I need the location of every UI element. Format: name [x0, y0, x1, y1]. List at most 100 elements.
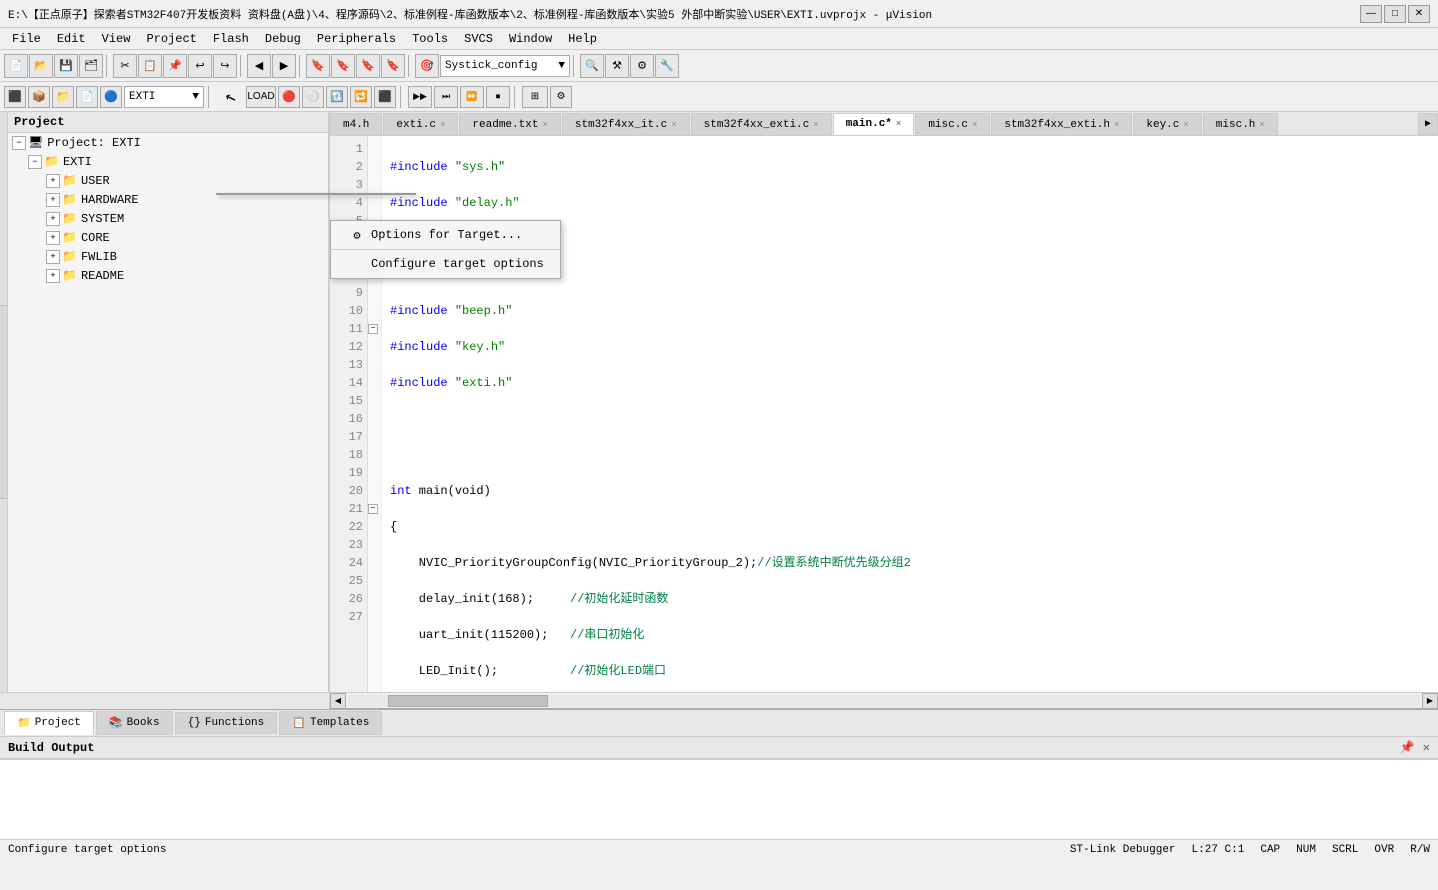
- tree-item-fwlib[interactable]: + 📁 FWLIB: [8, 247, 328, 266]
- tab-readme[interactable]: readme.txt×: [459, 113, 560, 135]
- maximize-button[interactable]: □: [1384, 5, 1406, 23]
- tb-func3[interactable]: 🔧: [655, 54, 679, 78]
- tb-copy[interactable]: 📋: [138, 54, 162, 78]
- tb2-btn8[interactable]: 🔃: [326, 86, 348, 108]
- menu-help[interactable]: Help: [560, 30, 605, 48]
- tree-item-project-root[interactable]: − 🖥 Project: EXTI: [8, 133, 328, 152]
- tb-func1[interactable]: ⚒: [605, 54, 629, 78]
- tb2-btn10[interactable]: ⬛: [374, 86, 396, 108]
- tb2-btn7[interactable]: ⚪: [302, 86, 324, 108]
- tb2-btn3[interactable]: 📁: [52, 86, 74, 108]
- expand-project[interactable]: −: [12, 136, 26, 150]
- tb2-btn6[interactable]: 🔴: [278, 86, 300, 108]
- tab-extic[interactable]: exti.c×: [383, 113, 458, 135]
- minimize-button[interactable]: —: [1360, 5, 1382, 23]
- tab-functions[interactable]: {} Functions: [175, 712, 278, 734]
- menu-tools[interactable]: Tools: [404, 30, 456, 48]
- tab-mainc[interactable]: main.c*×: [833, 113, 915, 135]
- hscroll-left-btn[interactable]: ◀: [330, 693, 346, 709]
- tb2-load[interactable]: LOAD: [246, 86, 276, 108]
- tab-stm32extih[interactable]: stm32f4xx_exti.h×: [991, 113, 1132, 135]
- menu-peripherals[interactable]: Peripherals: [309, 30, 404, 48]
- project-tab-label: Project: [35, 717, 81, 729]
- menu-project[interactable]: Project: [138, 30, 204, 48]
- exti-label: EXTI: [63, 155, 92, 169]
- tb-paste[interactable]: 📌: [163, 54, 187, 78]
- ctx-configure-target[interactable]: Configure target options: [331, 252, 560, 276]
- menu-debug[interactable]: Debug: [257, 30, 309, 48]
- tree-item-exti[interactable]: − 📁 EXTI: [8, 152, 328, 171]
- tab-stm32f4it[interactable]: stm32f4xx_it.c×: [562, 113, 690, 135]
- tab-scroll-arrow[interactable]: ▶: [1418, 113, 1438, 135]
- expand-readme[interactable]: +: [46, 269, 60, 283]
- tab-books[interactable]: 📚 Books: [96, 711, 173, 735]
- tb-bookmark4[interactable]: 🔖: [381, 54, 405, 78]
- ctx-options-target[interactable]: ⚙ Options for Target...: [331, 223, 560, 247]
- tb2-btn2[interactable]: 📦: [28, 86, 50, 108]
- tb-new[interactable]: 📄: [4, 54, 28, 78]
- tab-m4h[interactable]: m4.h: [330, 113, 382, 135]
- tab-stm32extic[interactable]: stm32f4xx_exti.c×: [691, 113, 832, 135]
- folder-core-icon: 📁: [62, 230, 77, 245]
- hscroll-thumb[interactable]: [388, 695, 548, 707]
- expand-fwlib[interactable]: +: [46, 250, 60, 264]
- target-dropdown[interactable]: Systick_config ▼: [440, 55, 570, 77]
- tab-keyc[interactable]: key.c×: [1133, 113, 1201, 135]
- tb2-step[interactable]: ▶▶: [408, 86, 432, 108]
- expand-exti[interactable]: −: [28, 155, 42, 169]
- tb-nav-back[interactable]: ◀: [247, 54, 271, 78]
- tb2-grid[interactable]: ⊞: [522, 86, 548, 108]
- tb-search[interactable]: 🔍: [580, 54, 604, 78]
- tb2-step2[interactable]: ⏭: [434, 86, 458, 108]
- menu-window[interactable]: Window: [501, 30, 560, 48]
- build-close-icon[interactable]: ✕: [1423, 740, 1430, 755]
- build-pin-icon[interactable]: 📌: [1400, 740, 1415, 755]
- code-line-10: int main(void): [390, 482, 1430, 500]
- menu-flash[interactable]: Flash: [205, 30, 257, 48]
- tb2-btn1[interactable]: ⬛: [4, 86, 26, 108]
- tree-item-system[interactable]: + 📁 SYSTEM: [8, 209, 328, 228]
- tb-redo[interactable]: ↪: [213, 54, 237, 78]
- target-name-dropdown[interactable]: EXTI ▼: [124, 86, 204, 108]
- tb-saveall[interactable]: 🗂: [79, 54, 103, 78]
- build-output-content[interactable]: [0, 759, 1438, 839]
- fold-btn-11[interactable]: −: [368, 320, 381, 338]
- close-button[interactable]: ✕: [1408, 5, 1430, 23]
- tb2-stop[interactable]: ⏹: [486, 86, 510, 108]
- menu-edit[interactable]: Edit: [49, 30, 94, 48]
- folder-fwlib-icon: 📁: [62, 249, 77, 264]
- tb-nav-fwd[interactable]: ▶: [272, 54, 296, 78]
- menu-view[interactable]: View: [94, 30, 139, 48]
- menu-svcs[interactable]: SVCS: [456, 30, 501, 48]
- fold-btn-21[interactable]: −: [368, 500, 381, 518]
- tab-misch[interactable]: misc.h×: [1203, 113, 1278, 135]
- tree-item-readme[interactable]: + 📁 README: [8, 266, 328, 285]
- tree-item-user[interactable]: + 📁 USER: [8, 171, 328, 190]
- tab-project[interactable]: 📁 Project: [4, 711, 94, 735]
- tb-func2[interactable]: ⚙: [630, 54, 654, 78]
- context-menu: ⚙ Options for Target... Configure target…: [330, 220, 561, 279]
- tb2-settings[interactable]: ⚙: [550, 86, 572, 108]
- tb-bookmark2[interactable]: 🔖: [331, 54, 355, 78]
- expand-hardware[interactable]: +: [46, 193, 60, 207]
- tb-open[interactable]: 📂: [29, 54, 53, 78]
- tb2-btn4[interactable]: 📄: [76, 86, 98, 108]
- tab-miscc[interactable]: misc.c×: [915, 113, 990, 135]
- hscroll-right-btn[interactable]: ▶: [1422, 693, 1438, 709]
- tb-save[interactable]: 💾: [54, 54, 78, 78]
- menu-file[interactable]: File: [4, 30, 49, 48]
- tb-cut[interactable]: ✂: [113, 54, 137, 78]
- tb2-btn9[interactable]: 🔁: [350, 86, 372, 108]
- expand-core[interactable]: +: [46, 231, 60, 245]
- ctx-options-label: Options for Target...: [371, 228, 522, 242]
- expand-user[interactable]: +: [46, 174, 60, 188]
- hscroll-track[interactable]: [348, 695, 1420, 707]
- tb2-step3[interactable]: ⏩: [460, 86, 484, 108]
- tb2-btn5[interactable]: 🔵: [100, 86, 122, 108]
- tree-item-core[interactable]: + 📁 CORE: [8, 228, 328, 247]
- expand-system[interactable]: +: [46, 212, 60, 226]
- tb-bookmark3[interactable]: 🔖: [356, 54, 380, 78]
- tab-templates[interactable]: 📋 Templates: [279, 711, 382, 735]
- tb-undo[interactable]: ↩: [188, 54, 212, 78]
- tb-bookmark[interactable]: 🔖: [306, 54, 330, 78]
